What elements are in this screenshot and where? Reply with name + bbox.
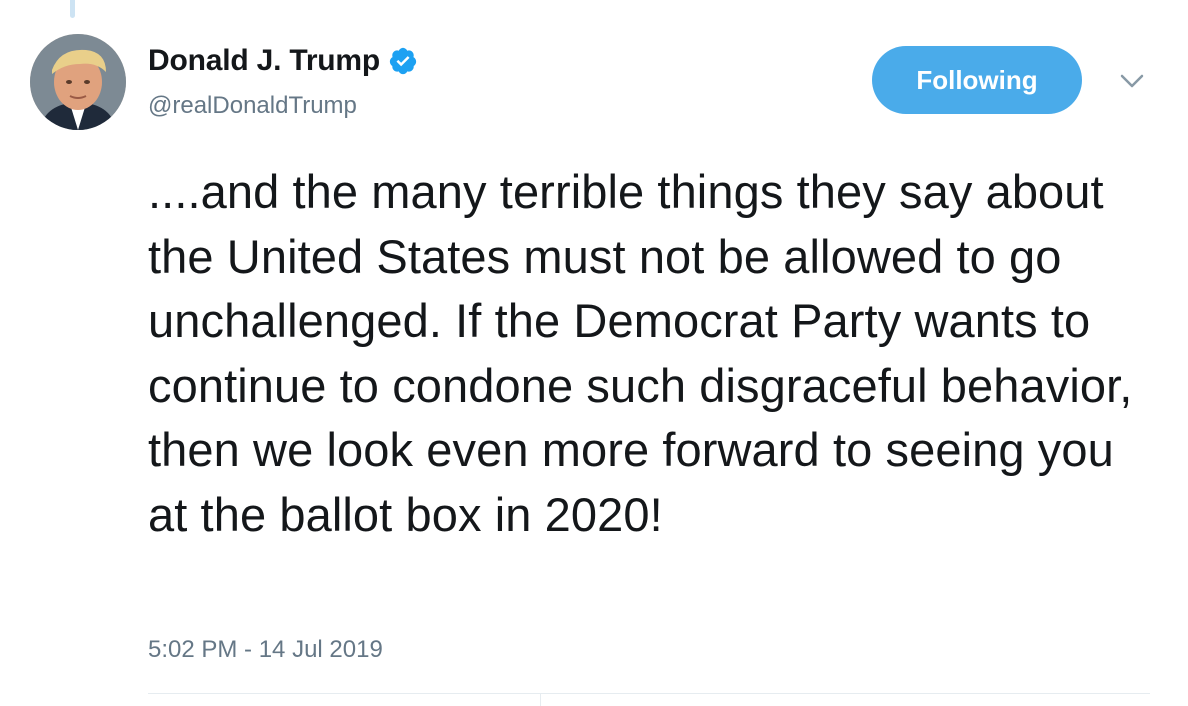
author-handle[interactable]: @realDonaldTrump (148, 92, 357, 120)
verified-badge-icon (388, 46, 418, 76)
avatar[interactable] (30, 34, 126, 130)
divider (148, 693, 1150, 694)
thread-connector-line (70, 0, 75, 18)
following-button[interactable]: Following (872, 46, 1082, 114)
tweet-text: ....and the many terrible things they sa… (148, 165, 1133, 541)
chevron-down-icon[interactable] (1118, 70, 1146, 92)
tweet-timestamp[interactable]: 5:02 PM - 14 Jul 2019 (148, 636, 383, 664)
author-display-name[interactable]: Donald J. Trump (148, 44, 380, 78)
divider-tick (540, 694, 541, 706)
avatar-image (30, 34, 126, 130)
author-name-row: Donald J. Trump (148, 42, 418, 80)
